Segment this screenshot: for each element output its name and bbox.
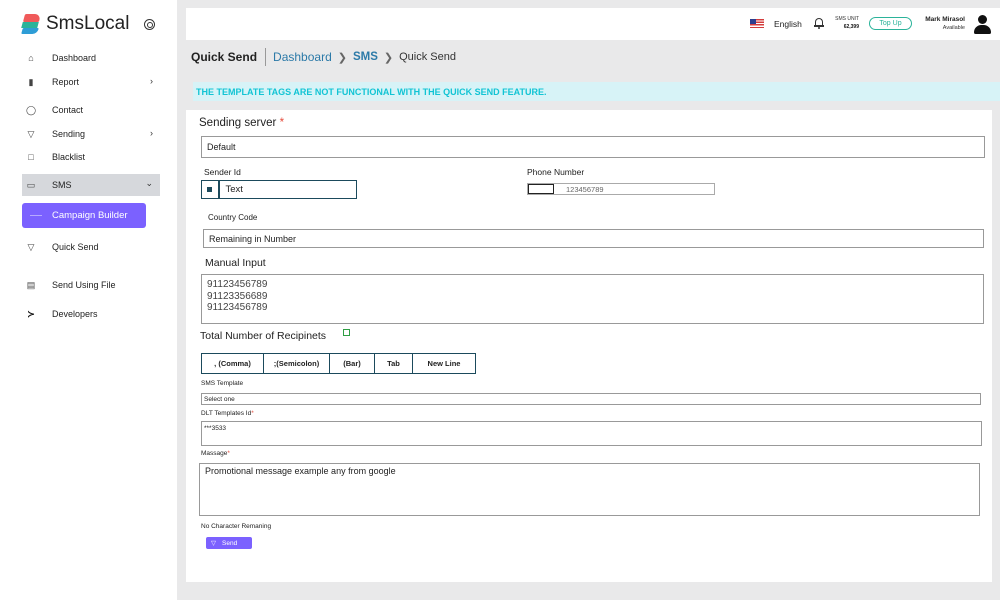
separator-tab-button[interactable]: Tab [375, 354, 413, 373]
sidebar-item-label: Dashboard [52, 53, 97, 63]
user-name[interactable]: Mark Mirasol [906, 16, 965, 23]
separator-bar-button[interactable]: (Bar) [330, 354, 375, 373]
blacklist-icon: □ [28, 152, 34, 162]
avatar-icon[interactable] [973, 15, 991, 35]
sender-id-field[interactable]: Text [201, 180, 357, 199]
send-icon: ▽ [27, 128, 35, 139]
separator-newline-button[interactable]: New Line [413, 354, 475, 373]
sidebar-item-label: Sending [52, 129, 86, 139]
phone-number-label: Phone Number [527, 167, 585, 177]
chevron-down-icon: ⌄ [145, 178, 153, 188]
sender-id-value: Text [225, 184, 243, 195]
page-title: Quick Send [191, 50, 258, 64]
message-icon: ▭ [26, 179, 36, 190]
breadcrumb: Quick Send Dashboard ❯ SMS ❯ Quick Send [191, 48, 456, 66]
breadcrumb-dashboard-link[interactable]: Dashboard [273, 50, 332, 64]
us-flag-icon[interactable] [750, 19, 764, 28]
sending-server-label: Sending server * [199, 117, 285, 129]
message-label: Massage* [201, 450, 230, 457]
sidebar-item-label: Developers [52, 309, 98, 319]
sidebar-item-dashboard[interactable]: ⌂ Dashboard [22, 47, 160, 69]
sidebar-item-label: Quick Send [52, 242, 99, 252]
template-tags-alert: THE TEMPLATE TAGS ARE NOT FUNCTIONAL WIT… [193, 82, 1000, 101]
dlt-template-input[interactable]: ***3533 [201, 421, 982, 446]
manual-input-label: Manual Input [205, 257, 266, 269]
bell-icon[interactable] [814, 17, 824, 29]
campaign-builder-label: Campaign Builder [52, 210, 128, 221]
separator-group: , (Comma) ;(Semicolon) (Bar) Tab New Lin… [201, 353, 476, 374]
sidebar-item-label: Report [52, 77, 80, 87]
file-icon: ▤ [26, 279, 36, 290]
breadcrumb-divider [265, 48, 267, 66]
radio-dot-icon [207, 187, 212, 192]
terminal-icon: ≻ [27, 308, 35, 319]
sms-unit-value: 62,399 [843, 24, 859, 30]
user-status: Available [942, 25, 965, 31]
chevron-right-icon: ❯ [337, 51, 347, 64]
sidebar-item-blacklist[interactable]: □ Blacklist [22, 146, 160, 168]
logo-mark-icon [21, 14, 42, 34]
home-icon: ⌂ [28, 53, 34, 63]
sidebar-item-developers[interactable]: ≻ Developers [22, 303, 160, 325]
brand-logo[interactable]: SmsLocal [21, 13, 130, 35]
sms-template-select[interactable]: Select one [201, 393, 981, 405]
sender-id-label: Sender Id [204, 167, 241, 177]
send-icon: ▽ [27, 241, 35, 252]
sidebar-item-label: SMS [52, 180, 72, 190]
sms-template-label: SMS Template [201, 380, 244, 387]
country-code-label: Country Code [208, 213, 258, 222]
sms-unit-label: SMS UNIT [835, 16, 859, 22]
phone-number-input[interactable]: 123456789 [527, 183, 715, 195]
chevron-right-icon: › [150, 128, 153, 138]
character-remaining-text: No Character Remaning [201, 523, 272, 530]
quick-send-form: Sending server * Default Sender Id Text … [186, 110, 992, 582]
manual-input-textarea[interactable]: 91123456789 91123356689 91123456789 [201, 274, 984, 324]
campaign-icon [30, 215, 42, 216]
chevron-right-icon: › [150, 76, 153, 86]
brand-name: SmsLocal [46, 13, 130, 34]
country-code-field[interactable]: Remaining in Number [203, 229, 984, 248]
language-selector[interactable]: English [774, 19, 802, 29]
sidebar-item-label: Send Using File [52, 280, 116, 290]
campaign-builder-button[interactable]: Campaign Builder [22, 203, 146, 228]
breadcrumb-sms-link[interactable]: SMS [353, 51, 378, 63]
topbar: English SMS UNIT 62,399 Top Up Mark Mira… [186, 8, 1000, 40]
send-button[interactable]: ▽ Send [206, 537, 252, 549]
sidebar-item-quick-send[interactable]: ▽ Quick Send [22, 236, 160, 258]
separator-semicolon-button[interactable]: ;(Semicolon) [264, 354, 330, 373]
chevron-right-icon: ❯ [383, 51, 394, 64]
sidebar: SmsLocal ⌂ Dashboard ▮ Report › ◯ Contac… [0, 0, 177, 600]
sidebar-item-sending[interactable]: ▽ Sending › [22, 123, 160, 145]
sidebar-item-contact[interactable]: ◯ Contact [22, 99, 160, 121]
sidebar-item-report[interactable]: ▮ Report › [22, 71, 160, 93]
total-recipients-label: Total Number of Recipinets [200, 330, 327, 342]
breadcrumb-current: Quick Send [399, 51, 456, 63]
user-icon: ◯ [25, 104, 37, 115]
country-code-select[interactable] [528, 184, 554, 194]
sidebar-item-send-using-file[interactable]: ▤ Send Using File [22, 274, 160, 296]
separator-comma-button[interactable]: , (Comma) [202, 354, 264, 373]
sending-server-select[interactable]: Default [201, 136, 985, 158]
sidebar-toggle-icon[interactable] [144, 19, 155, 30]
sidebar-item-label: Blacklist [52, 152, 86, 162]
total-recipients-checkbox[interactable] [343, 329, 350, 336]
send-button-label: Send [222, 539, 238, 547]
dlt-template-label: DLT Templates Id* [201, 410, 254, 417]
send-icon: ▽ [211, 540, 216, 547]
message-textarea[interactable]: Promotional message example any from goo… [199, 463, 980, 516]
sidebar-item-label: Contact [52, 105, 84, 115]
bar-chart-icon: ▮ [28, 76, 34, 87]
phone-number-placeholder: 123456789 [566, 185, 604, 194]
sidebar-item-sms[interactable]: ▭ SMS ⌄ [22, 174, 160, 196]
